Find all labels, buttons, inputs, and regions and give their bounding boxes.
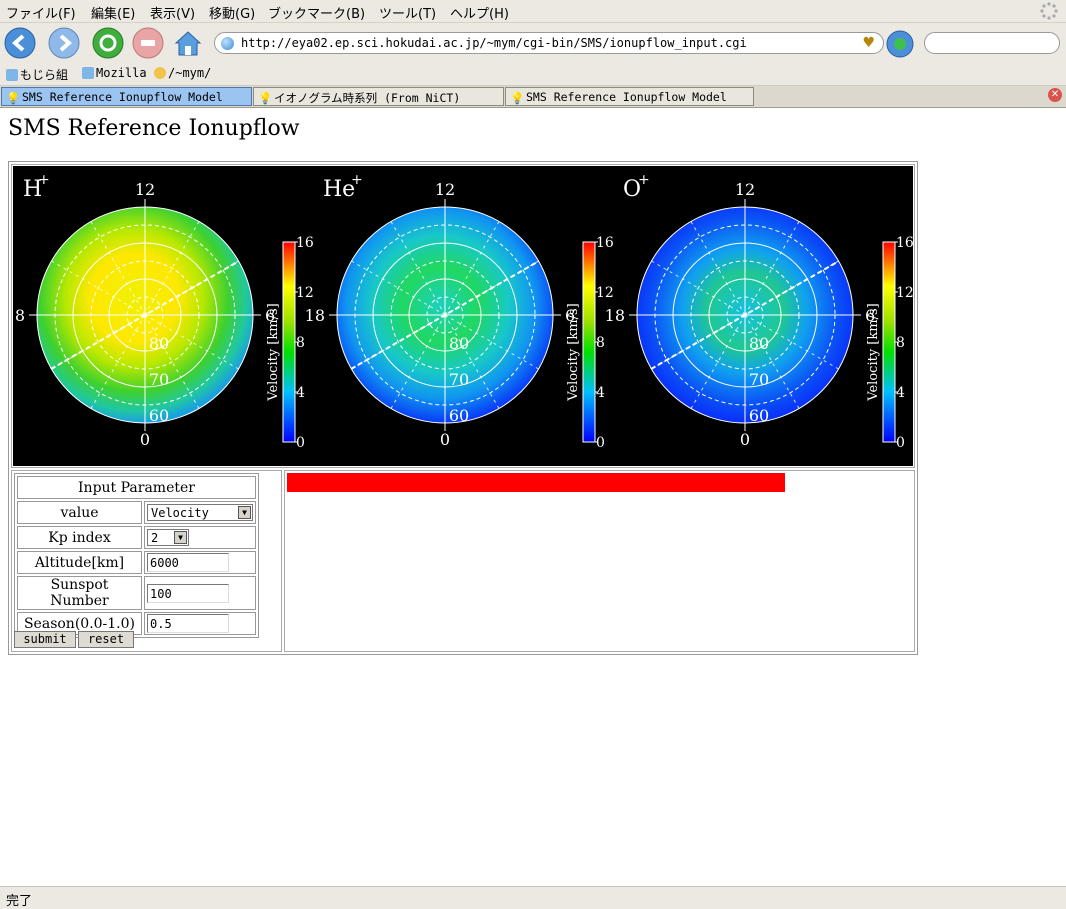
colorbar-label: Velocity [km/s] (266, 303, 281, 401)
site-icon (221, 37, 234, 50)
tab-sms-2[interactable]: 💡 SMS Reference Ionupflow Model (505, 87, 754, 106)
ion-charge-label: + (351, 172, 363, 188)
latitude-label: 70 (749, 370, 769, 389)
tab-bar: 💡 SMS Reference Ionupflow Model 💡 イオノグラム時系… (0, 86, 1066, 108)
status-text: 完了 (6, 894, 33, 909)
menu-go[interactable]: 移動(G) (209, 3, 255, 22)
latitude-label: 60 (149, 406, 169, 425)
sunspot-number-input[interactable]: 100 (147, 583, 229, 603)
value-select[interactable]: Velocity ▼ (147, 504, 253, 521)
altitude-label: Altitude[km] (17, 551, 142, 574)
kp-index-label: Kp index (17, 526, 142, 549)
mlt-label: 18 (305, 306, 325, 325)
page-title: SMS Reference Ionupflow (8, 116, 300, 141)
stop-icon[interactable] (132, 27, 164, 59)
latitude-label: 60 (749, 406, 769, 425)
tab-icon: 💡 (6, 91, 21, 105)
colorbar-tick-label: 4 (596, 385, 605, 401)
tab-icon: 💡 (258, 91, 273, 105)
chevron-down-icon: ▼ (174, 531, 187, 544)
output-cell (284, 470, 915, 652)
search-engine-icon[interactable] (886, 30, 914, 58)
bookmarks-toolbar: もじら組 Mozilla /~mym/ (0, 63, 1066, 86)
mlt-label: 0 (740, 430, 750, 449)
colorbar-tick-label: 8 (896, 335, 905, 351)
submit-button[interactable]: submit (14, 631, 76, 648)
colorbar-tick-label: 12 (596, 285, 614, 301)
bookmark-icon (6, 69, 18, 81)
colorbar (582, 241, 596, 443)
latitude-label: 80 (749, 334, 769, 353)
mlt-label: 0 (440, 430, 450, 449)
altitude-input[interactable]: 6000 (147, 553, 229, 572)
url-bar[interactable]: http://eya02.ep.sci.hokudai.ac.jp/~mym/c… (214, 32, 884, 54)
latitude-label: 70 (149, 370, 169, 389)
colorbar-tick-label: 4 (296, 385, 305, 401)
go-arrow-icon[interactable]: ♥ (862, 35, 875, 51)
colorbar-tick-label: 8 (596, 335, 605, 351)
value-label: value (17, 501, 142, 524)
url-text: http://eya02.ep.sci.hokudai.ac.jp/~mym/c… (241, 36, 747, 50)
menu-bookmarks[interactable]: ブックマーク(B) (268, 3, 365, 22)
reset-button[interactable]: reset (78, 631, 134, 648)
colorbar-tick-label: 4 (896, 385, 905, 401)
menu-file[interactable]: ファイル(F) (6, 3, 76, 22)
reload-icon[interactable] (92, 27, 124, 59)
latitude-label: 80 (449, 334, 469, 353)
season-input[interactable]: 0.5 (147, 614, 229, 633)
mlt-label: 0 (140, 430, 150, 449)
menu-tools[interactable]: ツール(T) (379, 3, 436, 22)
colorbar-tick-label: 12 (896, 285, 913, 301)
close-tab-icon[interactable]: ✕ (1048, 88, 1062, 102)
latitude-label: 70 (449, 370, 469, 389)
colorbar-tick-label: 16 (296, 235, 314, 251)
form-header: Input Parameter (17, 476, 256, 499)
colorbar-tick-label: 12 (296, 285, 314, 301)
sunspot-number-label: Sunspot Number (17, 576, 142, 610)
colorbar-tick-label: 8 (296, 335, 305, 351)
throbber-icon (1040, 2, 1058, 20)
chevron-down-icon: ▼ (238, 506, 251, 519)
colorbar-tick-label: 16 (596, 235, 614, 251)
menu-help[interactable]: ヘルプ(H) (450, 3, 509, 22)
bookmark-mozilla[interactable]: Mozilla (82, 66, 147, 80)
colorbar-tick-label: 0 (296, 435, 305, 451)
input-parameter-form: Input Parameter value Velocity ▼ Kp index… (14, 473, 259, 638)
menu-view[interactable]: 表示(V) (150, 3, 195, 22)
search-input[interactable] (924, 32, 1060, 54)
bookmark-mym[interactable]: /~mym/ (154, 66, 211, 80)
ion-charge-label: + (638, 172, 650, 188)
tab-ionogram[interactable]: 💡 イオノグラム時系列 (From NiCT) (253, 87, 504, 106)
bookmark-icon (82, 67, 94, 79)
mlt-label: 18 (605, 306, 625, 325)
colorbar-label: Velocity [km/s] (866, 303, 881, 401)
latitude-label: 80 (149, 334, 169, 353)
home-icon[interactable] (172, 27, 204, 59)
bookmark-mojira[interactable]: もじら組 (6, 66, 68, 83)
status-bar: 完了 (0, 886, 1066, 909)
mlt-label: 12 (135, 180, 155, 199)
colorbar (882, 241, 896, 443)
colorbar (282, 241, 296, 443)
ion-charge-label: + (38, 172, 50, 188)
colorbar-tick-label: 0 (896, 435, 905, 451)
bookmark-icon (154, 67, 166, 79)
mlt-label: 18 (13, 306, 25, 325)
latitude-label: 60 (449, 406, 469, 425)
tab-icon: 💡 (510, 91, 525, 105)
tab-sms-1[interactable]: 💡 SMS Reference Ionupflow Model (1, 87, 252, 106)
colorbar-tick-label: 0 (596, 435, 605, 451)
mlt-label: 12 (735, 180, 755, 199)
navigation-toolbar: http://eya02.ep.sci.hokudai.ac.jp/~mym/c… (0, 23, 1066, 63)
menu-bar: ファイル(F) 編集(E) 表示(V) 移動(G) ブックマーク(B) ツール(… (0, 0, 1066, 23)
kp-index-select[interactable]: 2 ▼ (147, 529, 189, 546)
menu-edit[interactable]: 編集(E) (91, 3, 135, 22)
back-icon[interactable] (4, 27, 36, 59)
forward-icon[interactable] (48, 27, 80, 59)
colorbar-label: Velocity [km/s] (566, 303, 581, 401)
ionupflow-plots: H+1201868070601612840Velocity [km/s]He+1… (13, 166, 913, 466)
colorbar-tick-label: 16 (896, 235, 913, 251)
mlt-label: 12 (435, 180, 455, 199)
progress-bar (287, 473, 785, 492)
